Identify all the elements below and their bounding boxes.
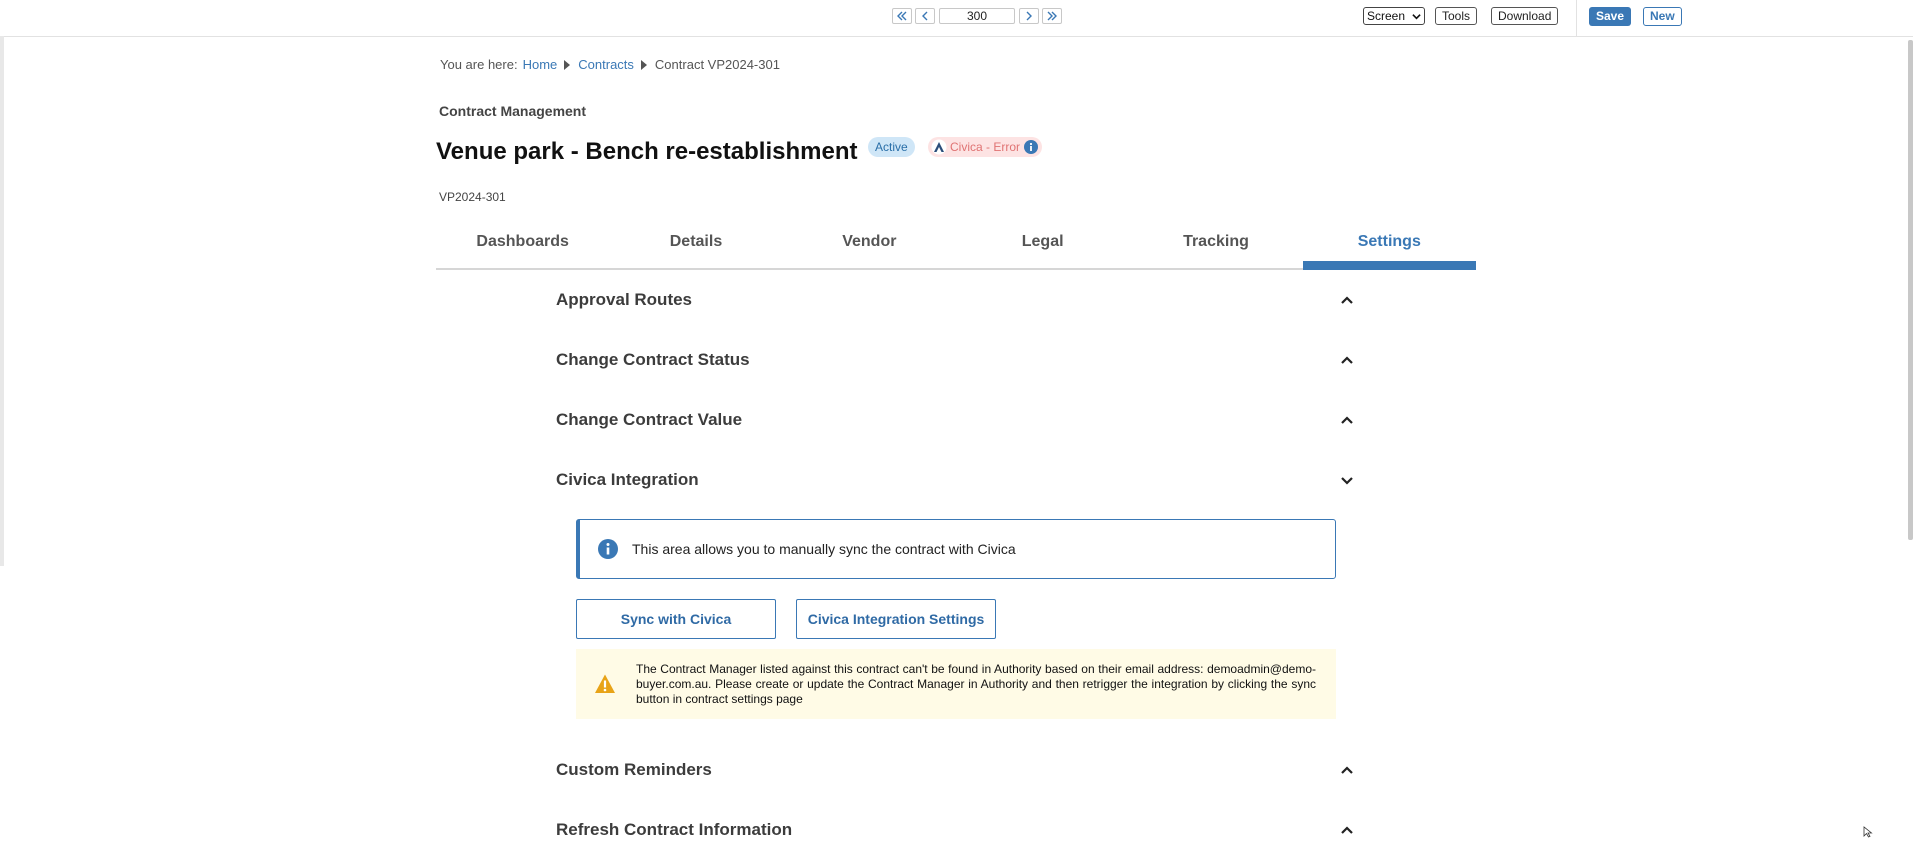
mouse-cursor-icon	[1863, 826, 1873, 838]
chevron-right-icon	[1026, 11, 1032, 21]
accordion-title: Approval Routes	[556, 290, 693, 309]
civica-integration-settings-button[interactable]: Civica Integration Settings	[796, 599, 996, 639]
caret-right-icon	[564, 59, 571, 70]
chevron-left-icon	[922, 11, 928, 21]
double-chevron-left-icon	[897, 11, 907, 21]
sync-with-civica-button[interactable]: Sync with Civica	[576, 599, 776, 639]
next-page-button[interactable]	[1019, 8, 1039, 24]
left-edge	[0, 36, 4, 566]
accordion-custom-reminders[interactable]: Custom Reminders	[556, 755, 1356, 785]
chevron-up-icon	[1341, 296, 1353, 304]
accordion-approval-routes[interactable]: Approval Routes	[556, 285, 1356, 315]
accordion-civica-integration[interactable]: Civica Integration	[556, 465, 1356, 495]
integration-badge[interactable]: Civica - Error	[928, 137, 1043, 157]
tools-button[interactable]: Tools	[1435, 7, 1478, 25]
caret-right-icon	[640, 59, 647, 70]
civica-logo-icon	[931, 139, 947, 155]
chevron-down-icon	[1341, 477, 1353, 485]
first-page-button[interactable]	[892, 8, 912, 24]
accordion-title: Civica Integration	[556, 470, 699, 489]
accordion-refresh-contract-information[interactable]: Refresh Contract Information	[556, 815, 1356, 845]
chevron-up-icon	[1341, 356, 1353, 364]
civica-warning-alert: The Contract Manager listed against this…	[576, 649, 1336, 719]
accordion-title: Change Contract Status	[556, 350, 750, 369]
double-chevron-right-icon	[1047, 11, 1057, 21]
chevron-up-icon	[1341, 766, 1353, 774]
last-page-button[interactable]	[1042, 8, 1062, 24]
civica-info-alert: This area allows you to manually sync th…	[576, 519, 1336, 579]
pager: 300	[892, 7, 1065, 25]
chevron-up-icon	[1341, 826, 1353, 834]
breadcrumb-current: Contract VP2024-301	[654, 57, 780, 72]
warning-icon	[595, 674, 615, 693]
view-select-value: Screen	[1367, 9, 1406, 23]
breadcrumb: You are here: Home Contracts Contract VP…	[440, 57, 780, 72]
info-icon	[598, 539, 618, 559]
civica-warning-text: The Contract Manager listed against this…	[636, 661, 1316, 706]
chevron-up-icon	[1341, 416, 1353, 424]
save-button[interactable]: Save	[1589, 7, 1632, 26]
tab-details[interactable]: Details	[609, 226, 782, 268]
new-button[interactable]: New	[1643, 7, 1682, 26]
tab-bar: Dashboards Details Vendor Legal Tracking…	[436, 226, 1477, 270]
toolbar-divider	[1576, 0, 1577, 36]
breadcrumb-home-link[interactable]: Home	[523, 57, 558, 72]
accordion-title: Refresh Contract Information	[556, 820, 793, 839]
tab-settings[interactable]: Settings	[1302, 226, 1477, 270]
breadcrumb-prefix: You are here:	[440, 57, 518, 72]
tab-tracking[interactable]: Tracking	[1129, 226, 1302, 268]
accordion-change-contract-status[interactable]: Change Contract Status	[556, 345, 1356, 375]
accordion-change-contract-value[interactable]: Change Contract Value	[556, 405, 1356, 435]
tab-vendor[interactable]: Vendor	[783, 226, 956, 268]
info-icon[interactable]	[1024, 140, 1039, 154]
prev-page-button[interactable]	[915, 8, 935, 24]
status-badge: Active	[868, 137, 915, 157]
top-toolbar: 300 Screen Tools Download Save New	[0, 0, 1913, 37]
scrollbar[interactable]	[1908, 40, 1913, 540]
page-number-input[interactable]: 300	[939, 8, 1015, 24]
contract-code: VP2024-301	[439, 190, 506, 204]
view-select[interactable]: Screen	[1363, 7, 1425, 25]
accordion-title: Custom Reminders	[556, 760, 712, 779]
page-title: Venue park - Bench re-establishment	[436, 138, 858, 165]
chevron-down-icon	[1412, 13, 1421, 19]
section-label: Contract Management	[439, 103, 587, 119]
download-button[interactable]: Download	[1491, 7, 1559, 25]
accordion-title: Change Contract Value	[556, 410, 743, 429]
tab-dashboards[interactable]: Dashboards	[436, 226, 609, 268]
tab-legal[interactable]: Legal	[956, 226, 1129, 268]
civica-info-text: This area allows you to manually sync th…	[632, 541, 1016, 557]
breadcrumb-contracts-link[interactable]: Contracts	[578, 57, 634, 72]
integration-badge-label: Civica - Error	[950, 140, 1021, 154]
